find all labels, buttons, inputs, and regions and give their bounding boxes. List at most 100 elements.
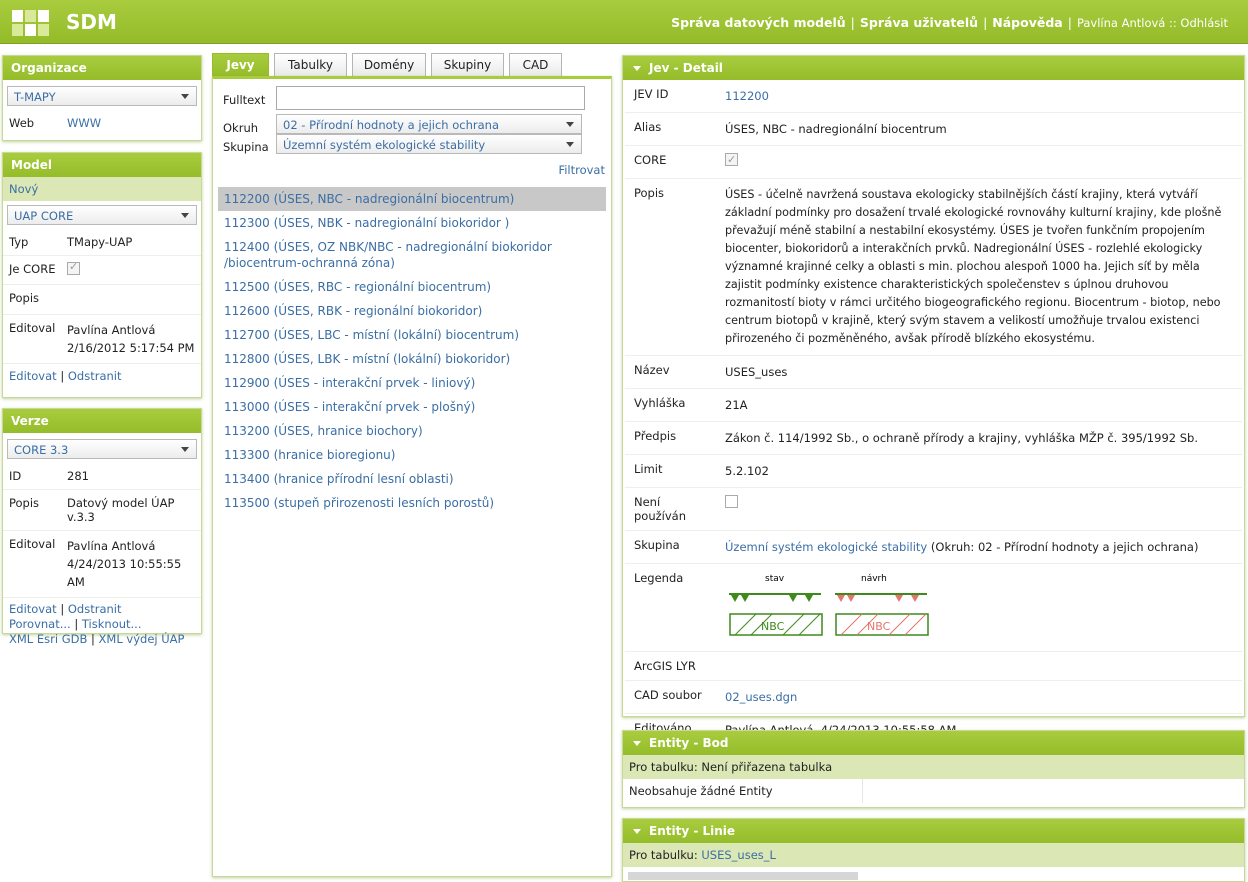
cad-file-link[interactable]: 02_uses.dgn — [725, 690, 797, 704]
collapse-triangle-icon[interactable] — [633, 65, 641, 71]
core-label: CORE — [634, 153, 667, 167]
entity-linie-table-label: Pro tabulku: — [629, 848, 698, 862]
entity-bod-table-label: Pro tabulku: — [629, 760, 698, 774]
new-model-link[interactable]: Nový — [3, 177, 201, 201]
list-item[interactable]: 112800 (ÚSES, LBK - místní (lokální) bio… — [218, 347, 606, 371]
entity-linie-row — [628, 872, 858, 880]
print-link[interactable]: Tisknout... — [82, 617, 142, 631]
organizace-selected-value: T-MAPY — [14, 90, 56, 104]
list-item[interactable]: 112500 (ÚSES, RBC - regionální biocentru… — [218, 275, 606, 299]
editoval-label: Editoval — [9, 321, 56, 335]
fulltext-label: Fulltext — [223, 93, 266, 107]
list-item[interactable]: 113300 (hranice bioregionu) — [218, 443, 606, 467]
chevron-down-icon — [178, 443, 192, 456]
fulltext-input[interactable] — [276, 86, 585, 110]
vyhlaska-label: Vyhláška — [634, 396, 686, 410]
jevy-panel: Fulltext Okruh 02 - Přírodní hodnoty a j… — [212, 76, 612, 877]
jev-detail-panel: Jev - Detail JEV ID 112200 Alias ÚSES, NBC… — [622, 55, 1245, 737]
limit-label: Limit — [634, 462, 663, 476]
okruh-selected-value: 02 - Přírodní hodnoty a jejich ochrana — [283, 118, 500, 132]
compare-link[interactable]: Porovnat... — [9, 617, 71, 631]
skupina-link[interactable]: Územní systém ekologické stability — [725, 540, 927, 554]
chevron-down-icon — [178, 209, 192, 222]
tab-tabulky[interactable]: Tabulky — [274, 53, 347, 76]
skupina-label: Skupina — [223, 140, 269, 154]
logo-icon — [12, 10, 49, 36]
tab-cad[interactable]: CAD — [509, 53, 562, 76]
popis-label: Popis — [634, 186, 665, 200]
skupina-detail-label: Skupina — [634, 538, 680, 552]
okruh-select[interactable]: 02 - Přírodní hodnoty a jejich ochrana — [276, 114, 582, 134]
edit-version-link[interactable]: Editovat — [9, 602, 57, 616]
predpis-label: Předpis — [634, 429, 677, 443]
legend-symbols-icon: stav návrh NBC NBC — [729, 574, 929, 636]
predpis-value: Zákon č. 114/1992 Sb., o ochraně přírody… — [725, 431, 1198, 445]
tab-skupiny[interactable]: Skupiny — [431, 53, 504, 76]
skupina-select[interactable]: Územní systém ekologické stability — [276, 134, 582, 154]
nav-data-models[interactable]: Správa datových modelů — [671, 15, 846, 30]
list-item[interactable]: 112900 (ÚSES - interakční prvek - liniov… — [218, 371, 606, 395]
remove-version-link[interactable]: Odstranit — [68, 602, 122, 616]
id-label: ID — [9, 469, 22, 483]
detail-title: Jev - Detail — [649, 61, 723, 75]
user-logout[interactable]: Pavlína Antlová :: Odhlásit — [1077, 16, 1228, 30]
alias-label: Alias — [634, 120, 662, 134]
filter-button[interactable]: Filtrovat — [558, 163, 605, 177]
edit-model-link[interactable]: Editovat — [9, 369, 57, 383]
verze-panel: Verze CORE 3.3 ID 281 Popis Datový model… — [2, 408, 202, 646]
verze-editoval-date: 4/24/2013 10:55:55 AM — [67, 557, 182, 589]
tab-jevy[interactable]: Jevy — [212, 53, 269, 76]
verze-select[interactable]: CORE 3.3 — [7, 439, 197, 459]
alias-value: ÚSES, NBC - nadregionální biocentrum — [725, 122, 947, 136]
tab-domeny[interactable]: Domény — [352, 53, 426, 76]
entity-linie-panel: Entity - Linie Pro tabulku: USES_uses_L — [622, 818, 1245, 882]
svg-text:návrh: návrh — [861, 574, 887, 584]
legenda-image: stav návrh NBC NBC — [719, 564, 1242, 651]
entity-bod-table-value: Není přiřazena tabulka — [701, 760, 833, 774]
collapse-triangle-icon[interactable] — [633, 740, 641, 746]
list-item[interactable]: 112200 (ÚSES, NBC - nadregionální biocen… — [218, 187, 606, 211]
arcgis-label: ArcGIS LYR — [634, 659, 696, 673]
entity-bod-empty: Neobsahuje žádné Entity — [623, 779, 863, 803]
list-item[interactable]: 112400 (ÚSES, OZ NBK/NBC - nadregionální… — [218, 235, 606, 275]
chevron-down-icon — [178, 90, 192, 103]
nepouzivan-label: Není používán — [634, 495, 686, 523]
list-item[interactable]: 113500 (stupeň přirozenosti lesních poro… — [218, 491, 606, 515]
model-selected-value: UAP CORE — [14, 209, 74, 223]
organizace-select[interactable]: T-MAPY — [7, 86, 197, 106]
jev-id-label: JEV ID — [634, 87, 669, 101]
collapse-triangle-icon[interactable] — [633, 828, 641, 834]
popis-label: Popis — [9, 291, 40, 305]
model-select[interactable]: UAP CORE — [7, 205, 197, 225]
je-core-label: Je CORE — [9, 262, 56, 276]
legenda-label: Legenda — [634, 571, 684, 585]
chevron-down-icon — [563, 138, 577, 151]
model-title: Model — [3, 153, 201, 177]
organizace-title: Organizace — [3, 56, 201, 80]
svg-text:stav: stav — [765, 574, 785, 584]
nav-help[interactable]: Nápověda — [992, 15, 1062, 30]
list-item[interactable]: 113000 (ÚSES - interakční prvek - plošný… — [218, 395, 606, 419]
okruh-label: Okruh — [223, 121, 259, 135]
entity-linie-table-link[interactable]: USES_uses_L — [701, 848, 776, 862]
svg-text:NBC: NBC — [867, 620, 891, 633]
app-header: SDM Správa datových modelů | Správa uživat… — [0, 0, 1248, 44]
limit-value: 5.2.102 — [725, 464, 769, 478]
app-title: SDM — [66, 10, 117, 34]
entity-bod-title: Entity - Bod — [649, 736, 729, 750]
editoval-date: 2/16/2012 5:17:54 PM — [67, 341, 195, 355]
typ-value: TMapy-UAP — [67, 235, 133, 249]
list-item[interactable]: 112600 (ÚSES, RBK - regionální biokorido… — [218, 299, 606, 323]
web-link[interactable]: WWW — [67, 116, 101, 130]
xml-esri-gdb-link[interactable]: XML Esri GDB — [9, 632, 87, 646]
list-item[interactable]: 112300 (ÚSES, NBK - nadregionální biokor… — [218, 211, 606, 235]
list-item[interactable]: 112700 (ÚSES, LBC - místní (lokální) bio… — [218, 323, 606, 347]
remove-model-link[interactable]: Odstranit — [68, 369, 122, 383]
xml-uap-link[interactable]: XML výdej ÚAP — [99, 632, 185, 646]
list-item[interactable]: 113400 (hranice přírodní lesní oblasti) — [218, 467, 606, 491]
list-item[interactable]: 113200 (ÚSES, hranice biochory) — [218, 419, 606, 443]
nav-users[interactable]: Správa uživatelů — [860, 15, 978, 30]
jev-id-link[interactable]: 112200 — [725, 89, 769, 103]
skupina-suffix: (Okruh: 02 - Přírodní hodnoty a jejich o… — [930, 540, 1199, 554]
entity-linie-title: Entity - Linie — [649, 824, 736, 838]
